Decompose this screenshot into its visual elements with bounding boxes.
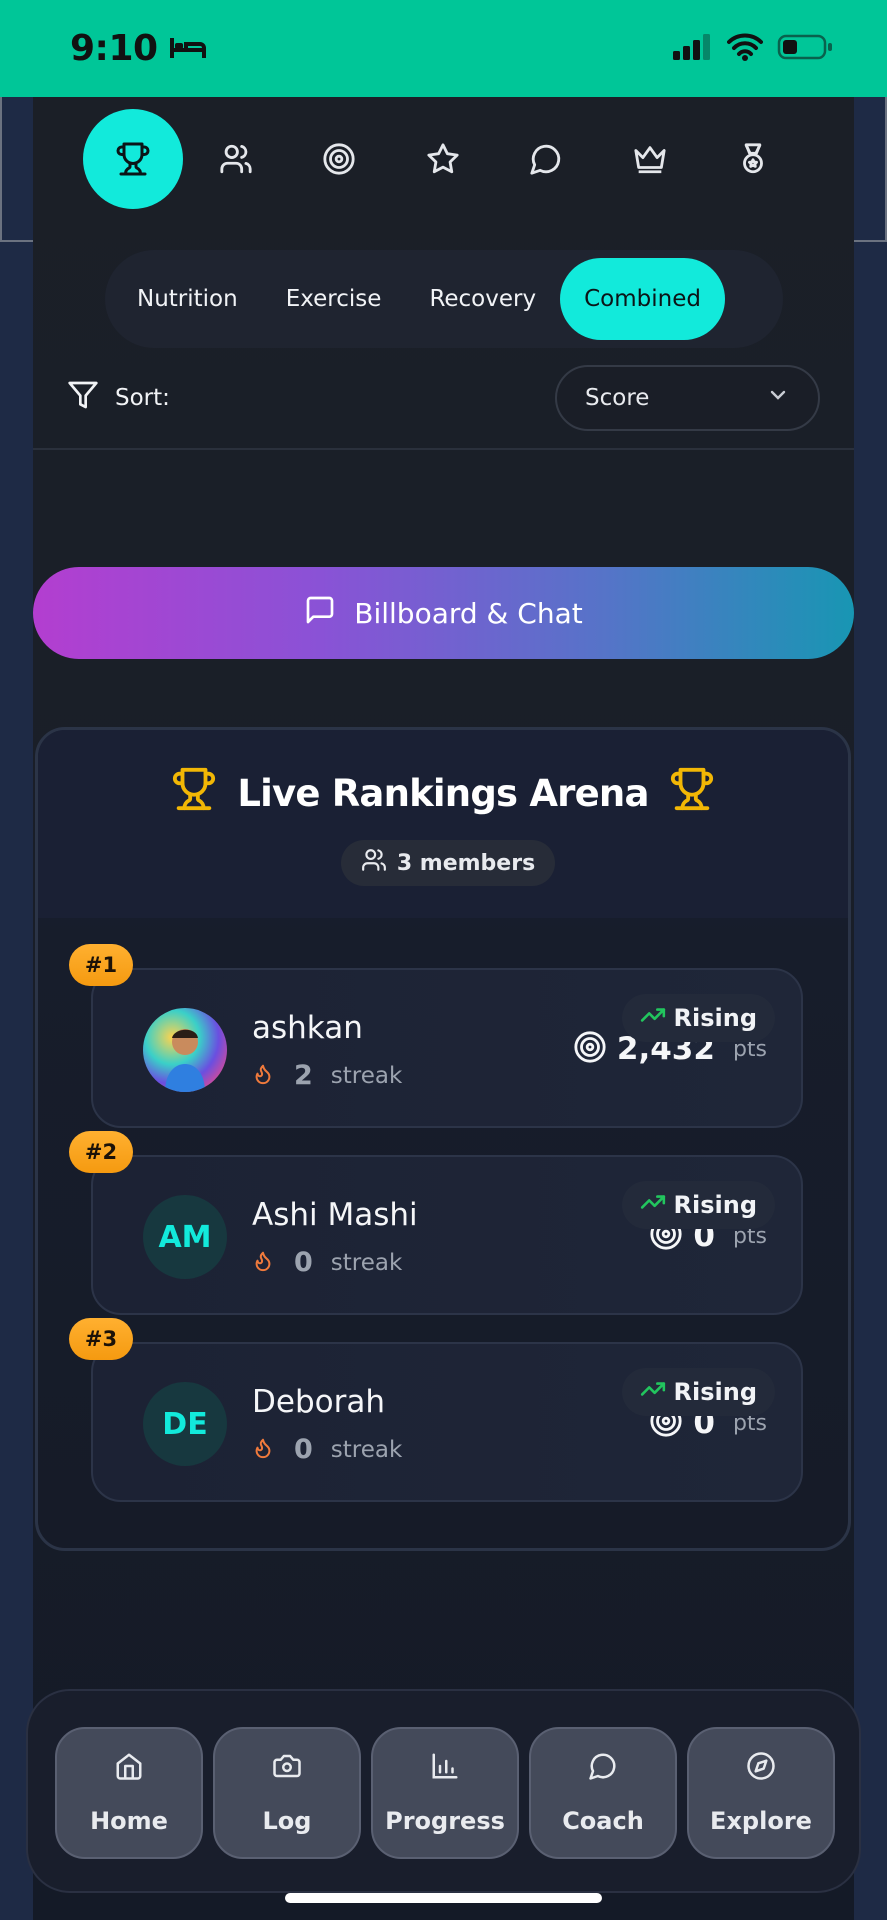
flame-icon (252, 1249, 274, 1277)
trend-badge: Rising (621, 1181, 775, 1229)
nav-home[interactable]: Home (55, 1727, 203, 1859)
wifi-icon (727, 33, 763, 65)
trophy-icon[interactable] (83, 109, 183, 209)
status-bar: 9:10 (0, 0, 887, 97)
target-icon[interactable] (289, 109, 389, 209)
flame-icon (252, 1436, 274, 1464)
nav-log[interactable]: Log (213, 1727, 361, 1859)
trend-badge: Rising (621, 994, 775, 1042)
rankings-card: Live Rankings Arena 3 members #1 ashkan … (35, 727, 851, 1551)
sort-label: Sort: (115, 385, 170, 411)
streak-group: 0 streak (252, 1434, 402, 1465)
bar-chart-icon (430, 1751, 460, 1787)
category-tabs: Nutrition Exercise Recovery Combined (105, 250, 783, 348)
signal-icon (673, 33, 713, 64)
billboard-chat-label: Billboard & Chat (354, 596, 583, 630)
rankings-title: Live Rankings Arena (237, 772, 649, 815)
member-name: Ashi Mashi (252, 1197, 418, 1233)
nav-coach[interactable]: Coach (529, 1727, 677, 1859)
trend-badge: Rising (621, 1368, 775, 1416)
nav-explore[interactable]: Explore (687, 1727, 835, 1859)
nav-label: Coach (562, 1807, 644, 1835)
tab-nutrition[interactable]: Nutrition (113, 258, 262, 340)
nav-label: Log (262, 1807, 312, 1835)
chat-icon[interactable] (496, 109, 596, 209)
home-icon (114, 1751, 144, 1787)
flame-icon (252, 1062, 274, 1090)
status-icons (673, 33, 833, 65)
app-screen: 9:10 Nutrition Exercise Recovery Combine… (0, 0, 887, 1920)
users-icon[interactable] (186, 109, 286, 209)
status-time-group: 9:10 (70, 28, 206, 69)
streak-label: streak (330, 1249, 403, 1276)
sort-select[interactable]: Score (555, 365, 820, 431)
category-icon-nav (33, 97, 854, 237)
streak-count: 2 (294, 1060, 313, 1091)
users-icon (361, 847, 387, 879)
trending-up-icon (640, 1002, 666, 1034)
frame-left-edge (0, 97, 33, 1920)
battery-icon (777, 33, 833, 65)
trending-up-icon (640, 1189, 666, 1221)
member-name: ashkan (252, 1010, 363, 1046)
sort-label-group: Sort: (67, 379, 170, 417)
compass-icon (746, 1751, 776, 1787)
trend-label: Rising (673, 1004, 757, 1032)
chat-icon (588, 1751, 618, 1787)
rankings-header: Live Rankings Arena 3 members (38, 730, 848, 918)
ranking-row[interactable]: #2 AM Ashi Mashi 0 streak 0 pts Rising (69, 1131, 803, 1315)
tab-combined[interactable]: Combined (560, 258, 725, 340)
rank-badge: #1 (69, 944, 133, 986)
streak-count: 0 (294, 1434, 313, 1465)
tab-exercise[interactable]: Exercise (262, 258, 406, 340)
rank-badge: #2 (69, 1131, 133, 1173)
frame-right-edge (854, 97, 887, 1920)
nav-progress[interactable]: Progress (371, 1727, 519, 1859)
avatar (143, 1008, 227, 1092)
status-time: 9:10 (70, 28, 158, 69)
home-indicator[interactable] (285, 1893, 602, 1903)
bottom-nav: Home Log Progress Coach Explore (26, 1689, 861, 1893)
nav-label: Progress (385, 1807, 505, 1835)
chevron-down-icon (766, 383, 790, 413)
ranking-row[interactable]: #1 ashkan 2 streak 2,432 pts Rising (69, 944, 803, 1128)
sort-value: Score (585, 385, 650, 411)
nav-label: Home (90, 1807, 168, 1835)
target-icon (573, 1030, 607, 1068)
trophy-icon (171, 766, 217, 821)
ranking-row[interactable]: #3 DE Deborah 0 streak 0 pts Rising (69, 1318, 803, 1502)
avatar: DE (143, 1382, 227, 1466)
rankings-title-row: Live Rankings Arena (38, 766, 848, 821)
streak-group: 2 streak (252, 1060, 402, 1091)
avatar: AM (143, 1195, 227, 1279)
trend-label: Rising (673, 1191, 757, 1219)
streak-label: streak (330, 1062, 403, 1089)
nav-label: Explore (710, 1807, 812, 1835)
filter-icon (67, 379, 99, 417)
crown-icon[interactable] (600, 109, 700, 209)
members-count: 3 members (396, 850, 536, 876)
members-badge: 3 members (341, 840, 555, 886)
medal-icon[interactable] (703, 109, 803, 209)
star-icon[interactable] (393, 109, 493, 209)
leaderboard-panel: Nutrition Exercise Recovery Combined Sor… (26, 97, 861, 1920)
bed-icon (169, 28, 206, 69)
billboard-chat-button[interactable]: Billboard & Chat (33, 567, 854, 659)
trend-label: Rising (673, 1378, 757, 1406)
streak-count: 0 (294, 1247, 313, 1278)
trophy-icon (669, 766, 715, 821)
rank-badge: #3 (69, 1318, 133, 1360)
message-square-icon (304, 594, 336, 633)
member-name: Deborah (252, 1384, 385, 1420)
streak-group: 0 streak (252, 1247, 402, 1278)
sort-row: Sort: Score (33, 365, 854, 450)
camera-icon (272, 1751, 302, 1787)
trending-up-icon (640, 1376, 666, 1408)
tab-recovery[interactable]: Recovery (405, 258, 560, 340)
streak-label: streak (330, 1436, 403, 1463)
